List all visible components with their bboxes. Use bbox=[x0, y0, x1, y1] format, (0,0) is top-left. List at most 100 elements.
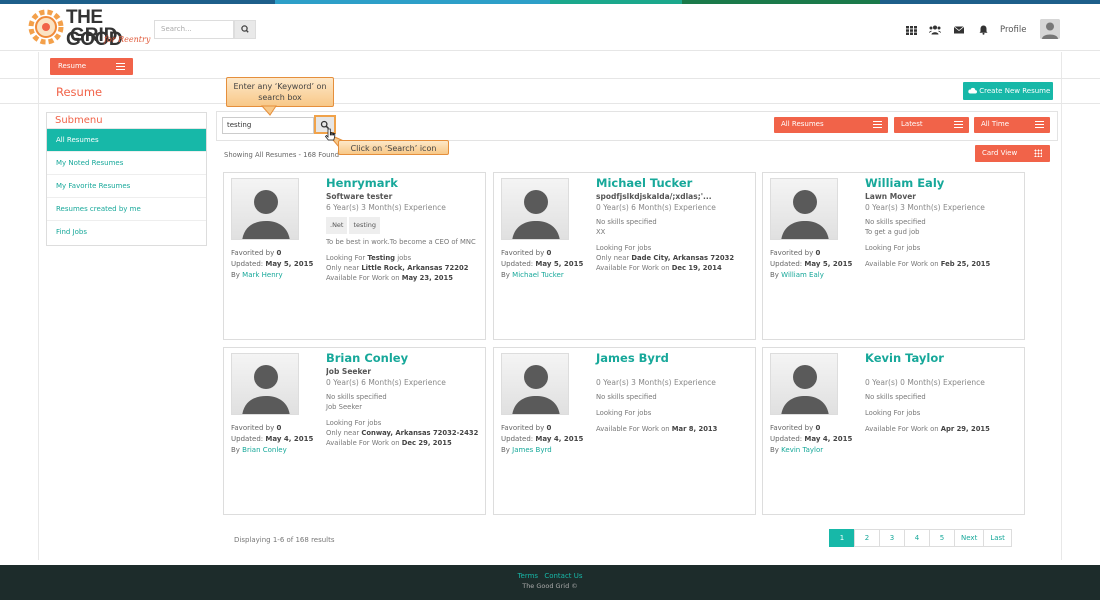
author-link[interactable]: Michael Tucker bbox=[512, 271, 564, 279]
looking-suffix: jobs bbox=[395, 254, 412, 262]
page-button[interactable]: 3 bbox=[879, 529, 905, 547]
resume-menu-label: Resume bbox=[58, 62, 87, 70]
resume-filter-label: All Resumes bbox=[781, 120, 824, 128]
users-icon[interactable] bbox=[929, 24, 941, 36]
resume-card[interactable]: Favorited by 0 Updated: May 4, 2015 By Kev… bbox=[762, 347, 1025, 515]
experience-text: 0 Year(s) 0 Month(s) Experience bbox=[865, 378, 985, 387]
submenu-item-find-jobs[interactable]: Find Jobs bbox=[47, 221, 206, 244]
resume-card[interactable]: Favorited by 0 Updated: May 5, 2015 By Mic… bbox=[493, 172, 756, 340]
candidate-title: Lawn Mover bbox=[865, 192, 917, 201]
submenu-item-all-resumes[interactable]: All Resumes bbox=[47, 129, 206, 152]
menu-icon bbox=[873, 121, 882, 128]
availability-date: May 23, 2015 bbox=[401, 274, 453, 282]
header: THE GOOD GRID for Reentry Search... Prof… bbox=[0, 4, 1100, 51]
resume-card[interactable]: Favorited by 0 Updated: May 4, 2015 By Jam… bbox=[493, 347, 756, 515]
author-link[interactable]: James Byrd bbox=[512, 446, 552, 454]
copyright-text: The Good Grid © bbox=[522, 582, 578, 590]
candidate-photo[interactable] bbox=[231, 178, 299, 240]
bell-icon[interactable] bbox=[977, 24, 989, 36]
by-label: By bbox=[501, 446, 513, 454]
avatar[interactable] bbox=[1040, 19, 1060, 39]
updated-date: May 4, 2015 bbox=[804, 435, 853, 443]
author-link[interactable]: William Ealy bbox=[781, 271, 824, 279]
resume-card[interactable]: Favorited by 0 Updated: May 5, 2015 By Wil… bbox=[762, 172, 1025, 340]
availability-date: Mar 8, 2013 bbox=[671, 425, 718, 433]
page-button[interactable]: 4 bbox=[904, 529, 930, 547]
experience-text: 0 Year(s) 3 Month(s) Experience bbox=[865, 203, 985, 212]
candidate-photo[interactable] bbox=[501, 353, 569, 415]
author-link[interactable]: Kevin Taylor bbox=[781, 446, 823, 454]
header-search-input[interactable]: Search... bbox=[154, 20, 234, 39]
submenu-item-my-noted-resumes[interactable]: My Noted Resumes bbox=[47, 152, 206, 175]
skill-tag: testing bbox=[349, 217, 381, 234]
time-filter-label: All Time bbox=[981, 120, 1010, 128]
resume-menu-button[interactable]: Resume bbox=[50, 58, 133, 75]
candidate-name[interactable]: Brian Conley bbox=[326, 351, 484, 365]
page-button[interactable]: Next bbox=[954, 529, 985, 547]
location-text: Only near Conway, Arkansas 72032-2432 bbox=[326, 428, 484, 438]
mouse-cursor-icon bbox=[325, 128, 336, 141]
resume-filter-dropdown[interactable]: All Resumes bbox=[774, 117, 888, 133]
author-link[interactable]: Brian Conley bbox=[242, 446, 287, 454]
header-search-button[interactable] bbox=[234, 20, 256, 39]
updated-date: May 5, 2015 bbox=[804, 260, 853, 268]
looking-for-text: Looking For jobs bbox=[326, 418, 484, 428]
logo[interactable]: THE GOOD GRID for Reentry bbox=[28, 7, 158, 50]
candidate-title: Job Seeker bbox=[326, 367, 372, 376]
logo-tagline: for Reentry bbox=[104, 35, 151, 44]
author-link[interactable]: Mark Henry bbox=[242, 271, 283, 279]
favorited-count: 0 bbox=[276, 249, 282, 257]
looking-for-text: Looking For jobs bbox=[865, 243, 1023, 253]
updated-label: Updated: bbox=[231, 435, 266, 443]
looking-keyword: Testing bbox=[367, 254, 396, 262]
submenu-item-resumes-created-by-me[interactable]: Resumes created by me bbox=[47, 198, 206, 221]
candidate-name[interactable]: Kevin Taylor bbox=[865, 351, 1023, 365]
page-button[interactable]: 1 bbox=[829, 529, 855, 547]
time-filter-dropdown[interactable]: All Time bbox=[974, 117, 1050, 133]
by-label: By bbox=[231, 271, 243, 279]
favorited-label: Favorited by bbox=[770, 424, 816, 432]
looking-prefix: Looking For bbox=[326, 254, 368, 262]
availability-text: Available For Work on Apr 29, 2015 bbox=[865, 424, 1023, 434]
updated-label: Updated: bbox=[501, 435, 536, 443]
pagination-summary: Displaying 1-6 of 168 results bbox=[234, 536, 335, 544]
page-button[interactable]: 5 bbox=[929, 529, 955, 547]
updated-label: Updated: bbox=[770, 435, 805, 443]
contact-us-link[interactable]: Contact Us bbox=[544, 572, 582, 580]
grid-icon[interactable] bbox=[905, 24, 917, 36]
candidate-name[interactable]: Henrymark bbox=[326, 176, 484, 190]
candidate-photo[interactable] bbox=[770, 178, 838, 240]
create-new-resume-label: Create New Resume bbox=[979, 87, 1051, 95]
candidate-name[interactable]: Michael Tucker bbox=[596, 176, 754, 190]
favorited-label: Favorited by bbox=[231, 424, 277, 432]
terms-link[interactable]: Terms bbox=[517, 572, 538, 580]
menu-icon bbox=[1035, 121, 1044, 128]
title-row: Resume Create New Resume bbox=[0, 80, 1100, 104]
skills-text: No skills specified bbox=[596, 218, 657, 226]
submenu-item-my-favorite-resumes[interactable]: My Favorite Resumes bbox=[47, 175, 206, 198]
resume-card[interactable]: Favorited by 0 Updated: May 5, 2015 By Mar… bbox=[223, 172, 486, 340]
resume-card[interactable]: Favorited by 0 Updated: May 4, 2015 By Bri… bbox=[223, 347, 486, 515]
near-prefix: Only near bbox=[326, 429, 362, 437]
card-view-button[interactable]: Card View bbox=[975, 145, 1050, 162]
sort-dropdown[interactable]: Latest bbox=[894, 117, 969, 133]
candidate-photo[interactable] bbox=[231, 353, 299, 415]
envelope-icon[interactable] bbox=[953, 24, 965, 36]
profile-link[interactable]: Profile bbox=[1000, 25, 1026, 35]
callout-click-search: Click on ‘Search’ icon bbox=[338, 140, 449, 155]
experience-text: 6 Year(s) 3 Month(s) Experience bbox=[326, 203, 446, 212]
candidate-photo[interactable] bbox=[501, 178, 569, 240]
favorited-count: 0 bbox=[276, 424, 282, 432]
candidate-name[interactable]: James Byrd bbox=[596, 351, 754, 365]
candidate-photo[interactable] bbox=[770, 353, 838, 415]
availability-text: Available For Work on Dec 29, 2015 bbox=[326, 438, 484, 448]
experience-text: 0 Year(s) 3 Month(s) Experience bbox=[596, 378, 716, 387]
near-prefix: Only near bbox=[596, 254, 632, 262]
looking-prefix: Looking For jobs bbox=[865, 409, 921, 417]
create-new-resume-button[interactable]: Create New Resume bbox=[963, 82, 1053, 100]
candidate-name[interactable]: William Ealy bbox=[865, 176, 1023, 190]
resume-search-input[interactable]: testing bbox=[222, 117, 314, 134]
menu-icon bbox=[116, 63, 125, 70]
page-button[interactable]: Last bbox=[983, 529, 1012, 547]
page-button[interactable]: 2 bbox=[854, 529, 880, 547]
